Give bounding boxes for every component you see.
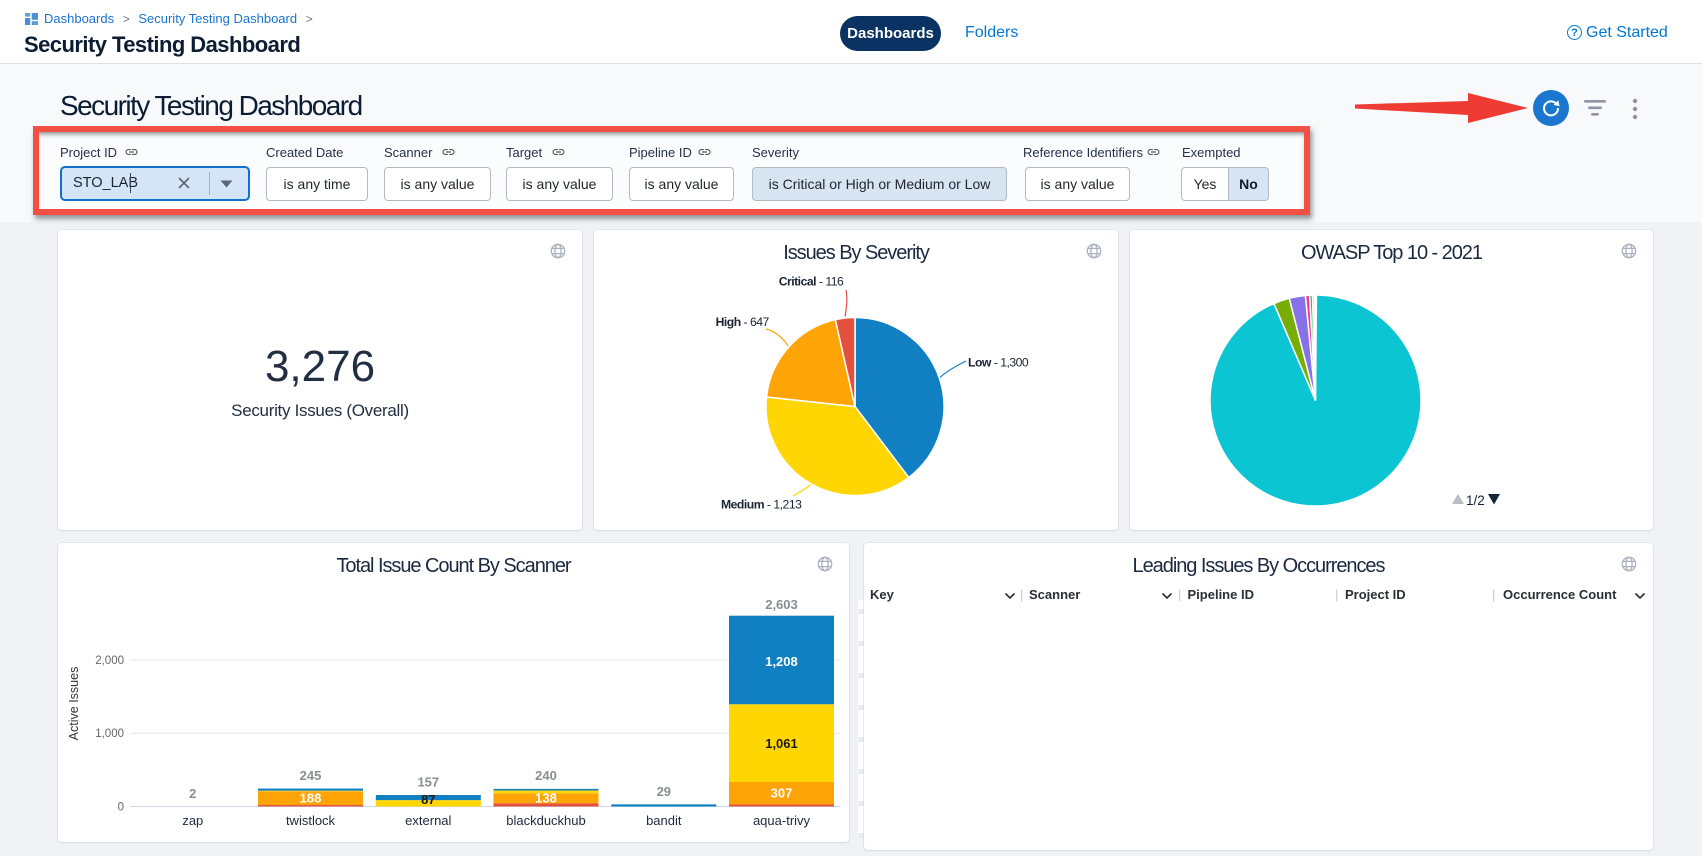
svg-text:0: 0 — [118, 801, 124, 813]
svg-text:1,000: 1,000 — [95, 728, 124, 740]
svg-text:2,000: 2,000 — [95, 654, 124, 666]
svg-text:High - 647: High - 647 — [716, 315, 770, 329]
svg-text:1,061: 1,061 — [765, 736, 798, 751]
svg-text:twistlock: twistlock — [286, 813, 336, 828]
svg-text:1,208: 1,208 — [765, 654, 798, 669]
svg-text:1/2: 1/2 — [1466, 493, 1485, 508]
svg-text:245: 245 — [300, 768, 322, 783]
svg-text:2,603: 2,603 — [765, 597, 798, 612]
svg-text:138: 138 — [535, 790, 557, 805]
svg-text:external: external — [405, 813, 451, 828]
svg-text:aqua-trivy: aqua-trivy — [753, 813, 811, 828]
svg-text:bandit: bandit — [646, 813, 682, 828]
svg-text:307: 307 — [771, 785, 793, 800]
svg-text:240: 240 — [535, 768, 557, 783]
svg-text:Critical - 116: Critical - 116 — [779, 274, 844, 288]
svg-text:157: 157 — [417, 774, 439, 789]
svg-text:zap: zap — [182, 813, 203, 828]
svg-text:29: 29 — [657, 784, 671, 799]
svg-text:Medium - 1,213: Medium - 1,213 — [721, 497, 802, 511]
svg-text:Active Issues: Active Issues — [67, 666, 81, 740]
svg-text:2: 2 — [189, 786, 196, 801]
svg-text:188: 188 — [300, 790, 322, 805]
svg-text:blackduckhub: blackduckhub — [506, 813, 586, 828]
svg-text:Low - 1,300: Low - 1,300 — [968, 355, 1029, 369]
svg-text:87: 87 — [421, 792, 435, 807]
